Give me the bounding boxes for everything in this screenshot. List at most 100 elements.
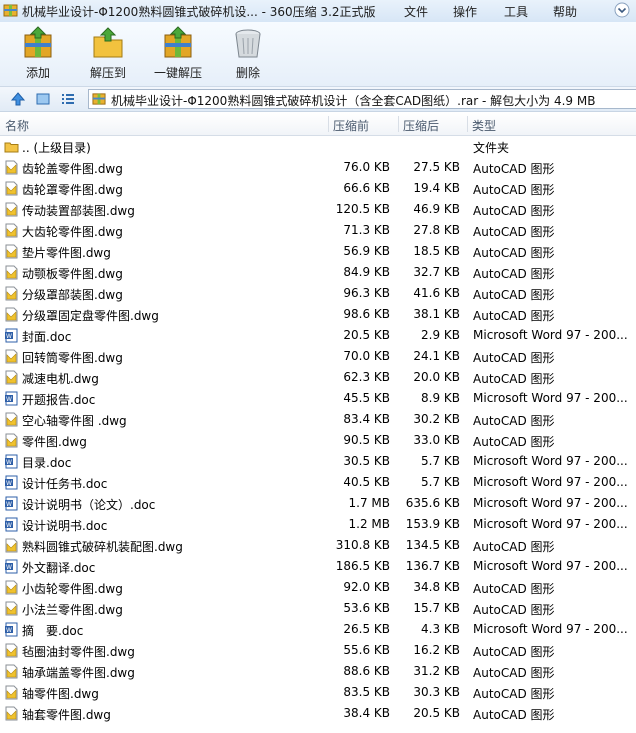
file-type: AutoCAD 图形 — [473, 582, 555, 596]
table-row[interactable]: 空心轴零件图 .dwg 83.4 KB 30.2 KB AutoCAD 图形 — [0, 409, 636, 430]
table-row[interactable]: 零件图.dwg 90.5 KB 33.0 KB AutoCAD 图形 — [0, 430, 636, 451]
table-row[interactable]: 传动装置部装图.dwg 120.5 KB 46.9 KB AutoCAD 图形 — [0, 199, 636, 220]
table-row[interactable]: 轴套零件图.dwg 38.4 KB 20.5 KB AutoCAD 图形 — [0, 703, 636, 724]
file-type: 文件夹 — [473, 141, 510, 155]
delete-button[interactable]: 删除 — [228, 26, 268, 81]
table-row[interactable]: 毡圈油封零件图.dwg 55.6 KB 16.2 KB AutoCAD 图形 — [0, 640, 636, 661]
file-type: AutoCAD 图形 — [473, 414, 555, 428]
dwg-file-icon — [5, 580, 18, 595]
extract-to-label: 解压到 — [89, 66, 126, 80]
table-row[interactable]: 轴零件图.dwg 83.5 KB 30.3 KB AutoCAD 图形 — [0, 682, 636, 703]
file-name: .. (上级目录) — [22, 141, 91, 155]
table-row[interactable]: 大齿轮零件图.dwg 71.3 KB 27.8 KB AutoCAD 图形 — [0, 220, 636, 241]
file-size: 310.8 KB — [335, 538, 390, 552]
file-packed-size: 46.9 KB — [413, 202, 460, 216]
table-row[interactable]: W 设计任务书.doc 40.5 KB 5.7 KB Microsoft Word 97… — [0, 472, 636, 493]
one-click-extract-button[interactable]: 一键解压 — [150, 26, 206, 81]
table-row[interactable]: 齿轮盖零件图.dwg 76.0 KB 27.5 KB AutoCAD 图形 — [0, 157, 636, 178]
table-row[interactable]: 小法兰零件图.dwg 53.6 KB 15.7 KB AutoCAD 图形 — [0, 598, 636, 619]
file-type: Microsoft Word 97 - 200... — [473, 517, 628, 531]
file-size: 62.3 KB — [343, 370, 390, 384]
table-row[interactable]: W 设计说明书（论文）.doc 1.7 MB 635.6 KB Microsoft Wo… — [0, 493, 636, 514]
file-name: 大齿轮零件图.dwg — [22, 225, 123, 239]
dwg-file-icon — [5, 643, 18, 658]
file-type: AutoCAD 图形 — [473, 666, 555, 680]
file-size: 20.5 KB — [343, 328, 390, 342]
file-name: 毡圈油封零件图.dwg — [22, 645, 135, 659]
file-type: AutoCAD 图形 — [473, 351, 555, 365]
table-row[interactable]: 齿轮罩零件图.dwg 66.6 KB 19.4 KB AutoCAD 图形 — [0, 178, 636, 199]
column-divider[interactable] — [328, 116, 329, 132]
table-row[interactable]: .. (上级目录) 文件夹 — [0, 136, 636, 157]
file-name: 小法兰零件图.dwg — [22, 603, 123, 617]
up-arrow-icon[interactable] — [10, 91, 26, 107]
file-size: 45.5 KB — [343, 391, 390, 405]
file-packed-size: 32.7 KB — [413, 265, 460, 279]
add-button[interactable]: 添加 — [18, 26, 58, 81]
file-packed-size: 5.7 KB — [421, 475, 460, 489]
file-size: 84.9 KB — [343, 265, 390, 279]
file-name: 分级罩部装图.dwg — [22, 288, 123, 302]
menu-operate[interactable]: 操作 — [453, 3, 477, 20]
table-row[interactable]: W 摘 要.doc 26.5 KB 4.3 KB Microsoft Word 97 -… — [0, 619, 636, 640]
extract-to-button[interactable]: 解压到 — [86, 26, 130, 81]
column-packed[interactable]: 压缩后 — [403, 117, 439, 134]
table-row[interactable]: 轴承端盖零件图.dwg 88.6 KB 31.2 KB AutoCAD 图形 — [0, 661, 636, 682]
file-name: 动颚板零件图.dwg — [22, 267, 123, 281]
file-size: 83.5 KB — [343, 685, 390, 699]
table-row[interactable]: 小齿轮零件图.dwg 92.0 KB 34.8 KB AutoCAD 图形 — [0, 577, 636, 598]
app-icon — [3, 4, 18, 17]
one-click-extract-label: 一键解压 — [153, 66, 202, 80]
table-row[interactable]: W 目录.doc 30.5 KB 5.7 KB Microsoft Word 97 - … — [0, 451, 636, 472]
file-name: 封面.doc — [22, 330, 72, 344]
file-packed-size: 20.0 KB — [413, 370, 460, 384]
file-name: 垫片零件图.dwg — [22, 246, 111, 260]
file-name: 小齿轮零件图.dwg — [22, 582, 123, 596]
menu-help[interactable]: 帮助 — [553, 3, 577, 20]
chevron-down-icon[interactable] — [614, 2, 630, 18]
file-type: Microsoft Word 97 - 200... — [473, 622, 628, 636]
table-row[interactable]: 熟料圆锥式破碎机装配图.dwg 310.8 KB 134.5 KB AutoCAD 图… — [0, 535, 636, 556]
table-row[interactable]: 回转筒零件图.dwg 70.0 KB 24.1 KB AutoCAD 图形 — [0, 346, 636, 367]
dwg-file-icon — [5, 349, 18, 364]
list-view-icon[interactable] — [60, 91, 76, 107]
word-file-icon: W — [5, 496, 18, 511]
file-packed-size: 5.7 KB — [421, 454, 460, 468]
table-row[interactable]: 分级罩部装图.dwg 96.3 KB 41.6 KB AutoCAD 图形 — [0, 283, 636, 304]
table-row[interactable]: W 外文翻译.doc 186.5 KB 136.7 KB Microsoft Word … — [0, 556, 636, 577]
column-type[interactable]: 类型 — [472, 117, 496, 134]
path-field[interactable]: 机械毕业设计-Φ1200熟料圆锥式破碎机设计（含全套CAD图纸）.rar - 解… — [88, 89, 636, 109]
add-archive-icon — [24, 26, 52, 58]
table-row[interactable]: 分级罩固定盘零件图.dwg 98.6 KB 38.1 KB AutoCAD 图形 — [0, 304, 636, 325]
file-type: AutoCAD 图形 — [473, 435, 555, 449]
trash-icon — [235, 29, 261, 58]
column-divider[interactable] — [467, 116, 468, 132]
file-name: 回转筒零件图.dwg — [22, 351, 123, 365]
file-type: Microsoft Word 97 - 200... — [473, 559, 628, 573]
column-divider[interactable] — [398, 116, 399, 132]
file-name: 目录.doc — [22, 456, 72, 470]
menu-tools[interactable]: 工具 — [504, 3, 528, 20]
table-row[interactable]: W 开题报告.doc 45.5 KB 8.9 KB Microsoft Word 97 … — [0, 388, 636, 409]
menu-file[interactable]: 文件 — [404, 3, 428, 20]
view-icon[interactable] — [35, 91, 51, 107]
table-row[interactable]: 动颚板零件图.dwg 84.9 KB 32.7 KB AutoCAD 图形 — [0, 262, 636, 283]
table-row[interactable]: 垫片零件图.dwg 56.9 KB 18.5 KB AutoCAD 图形 — [0, 241, 636, 262]
column-size[interactable]: 压缩前 — [333, 117, 369, 134]
word-file-icon: W — [5, 622, 18, 637]
file-name: 齿轮罩零件图.dwg — [22, 183, 123, 197]
file-type: AutoCAD 图形 — [473, 225, 555, 239]
svg-text:W: W — [6, 459, 12, 466]
folder-icon — [4, 142, 19, 153]
column-name[interactable]: 名称 — [5, 117, 29, 134]
table-row[interactable]: 减速电机.dwg 62.3 KB 20.0 KB AutoCAD 图形 — [0, 367, 636, 388]
dwg-file-icon — [5, 538, 18, 553]
file-type: Microsoft Word 97 - 200... — [473, 496, 628, 510]
table-row[interactable]: W 设计说明书.doc 1.2 MB 153.9 KB Microsoft Word 9… — [0, 514, 636, 535]
file-name: 设计说明书（论文）.doc — [22, 498, 156, 512]
dwg-file-icon — [5, 601, 18, 616]
file-packed-size: 16.2 KB — [413, 643, 460, 657]
file-size: 90.5 KB — [343, 433, 390, 447]
table-row[interactable]: W 封面.doc 20.5 KB 2.9 KB Microsoft Word 97 - … — [0, 325, 636, 346]
dwg-file-icon — [5, 664, 18, 679]
